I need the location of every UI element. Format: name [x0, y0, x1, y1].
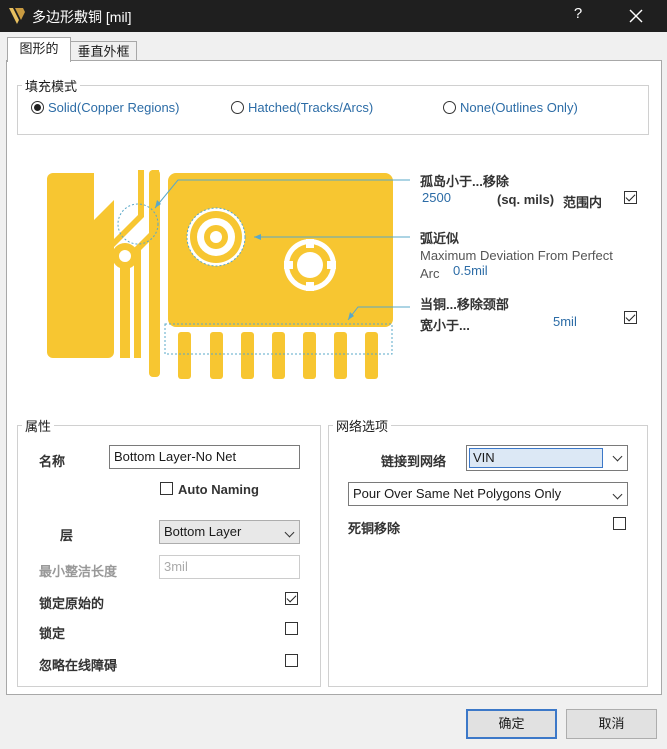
chevron-down-icon [612, 451, 623, 462]
auto-naming-checkbox[interactable] [160, 482, 173, 495]
ignore-obstacles-label: 忽略在线障碍 [39, 658, 118, 673]
radio-hatched-label: Hatched(Tracks/Arcs) [248, 100, 374, 115]
tab-graphical[interactable]: 图形的 [7, 37, 71, 62]
island-range-label: 范围内 [563, 195, 603, 210]
arc-label: 弧近似 [420, 231, 460, 246]
island-label: 孤岛小于...移除 [420, 174, 509, 189]
radio-none-label: None(Outlines Only) [460, 100, 578, 115]
pour-mode-value: Pour Over Same Net Polygons Only [353, 486, 562, 501]
net-select[interactable]: VIN [466, 445, 628, 471]
lock-primitives-label: 锁定原始的 [39, 596, 105, 611]
radio-hatched[interactable]: Hatched(Tracks/Arcs) [231, 100, 373, 115]
locked-label: 锁定 [39, 626, 66, 641]
auto-naming-label: Auto Naming [178, 482, 259, 497]
remove-dead-copper-checkbox[interactable] [613, 517, 626, 530]
net-select-value: VIN [469, 448, 603, 468]
chevron-down-icon [284, 527, 295, 538]
island-value[interactable]: 2500 [422, 190, 451, 205]
neck-label-line2: 宽小于... [420, 318, 470, 333]
layer-select[interactable]: Bottom Layer [159, 520, 300, 544]
tab-vertical-outline[interactable]: 垂直外框 [70, 41, 137, 61]
island-checkbox[interactable] [624, 191, 637, 204]
name-label: 名称 [39, 454, 66, 469]
properties-title: 属性 [22, 416, 55, 435]
ignore-obstacles-checkbox[interactable] [285, 654, 298, 667]
window-title: 多边形敷铜 [mil] [32, 9, 132, 25]
help-button[interactable]: ? [566, 5, 590, 22]
title-bar: 多边形敷铜 [mil] ? [0, 0, 667, 32]
fill-mode-title: 填充模式 [22, 76, 81, 95]
app-logo-icon [8, 7, 26, 25]
min-length-label: 最小整洁长度 [39, 564, 118, 579]
pour-mode-select[interactable]: Pour Over Same Net Polygons Only [348, 482, 628, 506]
radio-solid[interactable]: Solid(Copper Regions) [31, 100, 180, 115]
name-input[interactable]: Bottom Layer-No Net [109, 445, 300, 469]
radio-none[interactable]: None(Outlines Only) [443, 100, 578, 115]
radio-solid-label: Solid(Copper Regions) [48, 100, 180, 115]
ok-button[interactable]: 确定 [466, 709, 557, 739]
radio-solid-dot[interactable] [31, 101, 44, 114]
copper-pour-diagram [47, 170, 410, 379]
locked-checkbox[interactable] [285, 622, 298, 635]
close-icon[interactable] [622, 4, 650, 28]
layer-label: 层 [60, 528, 74, 543]
lock-primitives-checkbox[interactable] [285, 592, 298, 605]
cancel-button[interactable]: 取消 [566, 709, 657, 739]
net-options-title: 网络选项 [333, 416, 392, 435]
chevron-down-icon [612, 489, 623, 500]
island-unit: (sq. mils) [497, 192, 555, 207]
min-length-input: 3mil [159, 555, 300, 579]
radio-none-dot[interactable] [443, 101, 456, 114]
radio-hatched-dot[interactable] [231, 101, 244, 114]
arc-value[interactable]: 0.5mil [453, 263, 488, 278]
neck-label-line1: 当铜...移除颈部 [420, 297, 509, 312]
remove-dead-copper-label: 死铜移除 [348, 521, 401, 536]
layer-select-value: Bottom Layer [164, 524, 242, 539]
connect-to-net-label: 链接到网络 [381, 454, 447, 469]
neck-checkbox[interactable] [624, 311, 637, 324]
neck-value[interactable]: 5mil [553, 314, 577, 329]
